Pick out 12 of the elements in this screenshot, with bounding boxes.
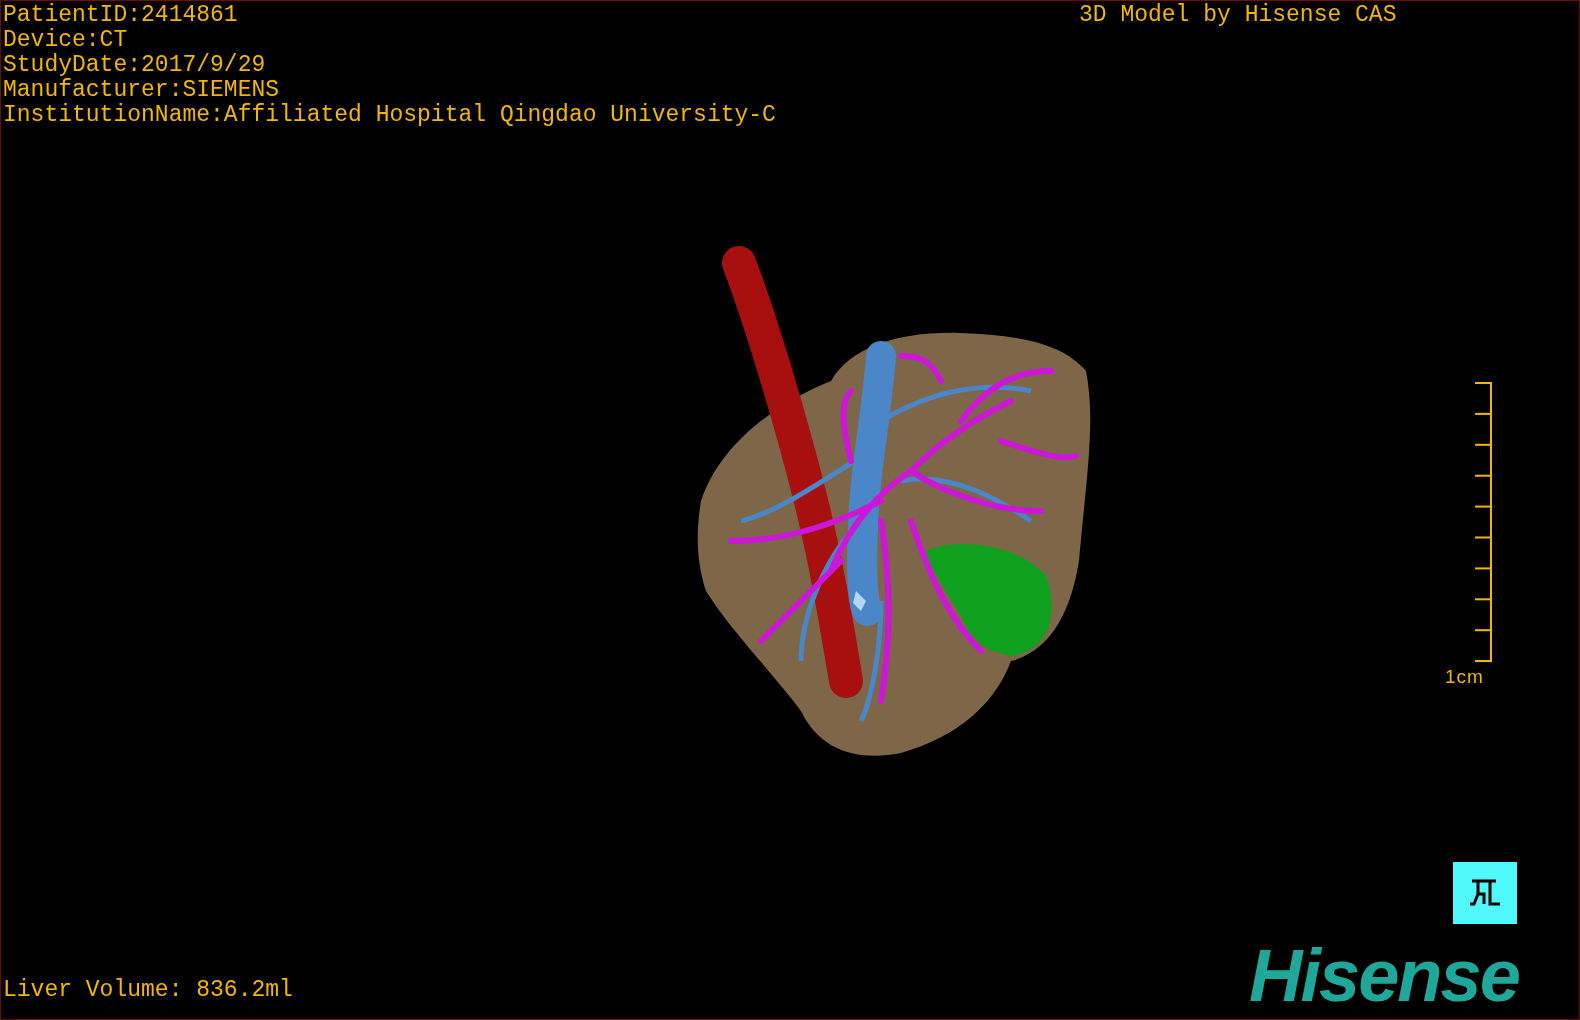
figure-icon [1468,878,1502,908]
3d-viewport[interactable]: PatientID:2414861 Device:CT StudyDate:2017/9/29 Manufacturer:SIEMENS InstitutionName:Affiliated Hospital Qingdao University-C 3D Model by Hisense CAS 1cm Liver Volume: 836.2ml Hisense [0,0,1580,1020]
brand-logo: Hisense [1249,939,1519,1013]
study-info-text: StudyDate:2017/9/29 [3,53,267,78]
liver-volume-text: Liver Volume: 836.2ml [3,978,293,1003]
view-toggle-button[interactable] [1453,862,1517,924]
model-credit-text: 3D Model by Hisense CAS [1079,3,1397,28]
study-info-text: PatientID:2414861 [3,3,239,28]
study-info-text: Device:CT [3,28,129,53]
study-info-text: InstitutionName:Affiliated Hospital Qingdao University-C [3,103,776,128]
scale-label: 1cm [1445,665,1484,689]
study-info-text: Manufacturer:SIEMENS [3,78,281,103]
